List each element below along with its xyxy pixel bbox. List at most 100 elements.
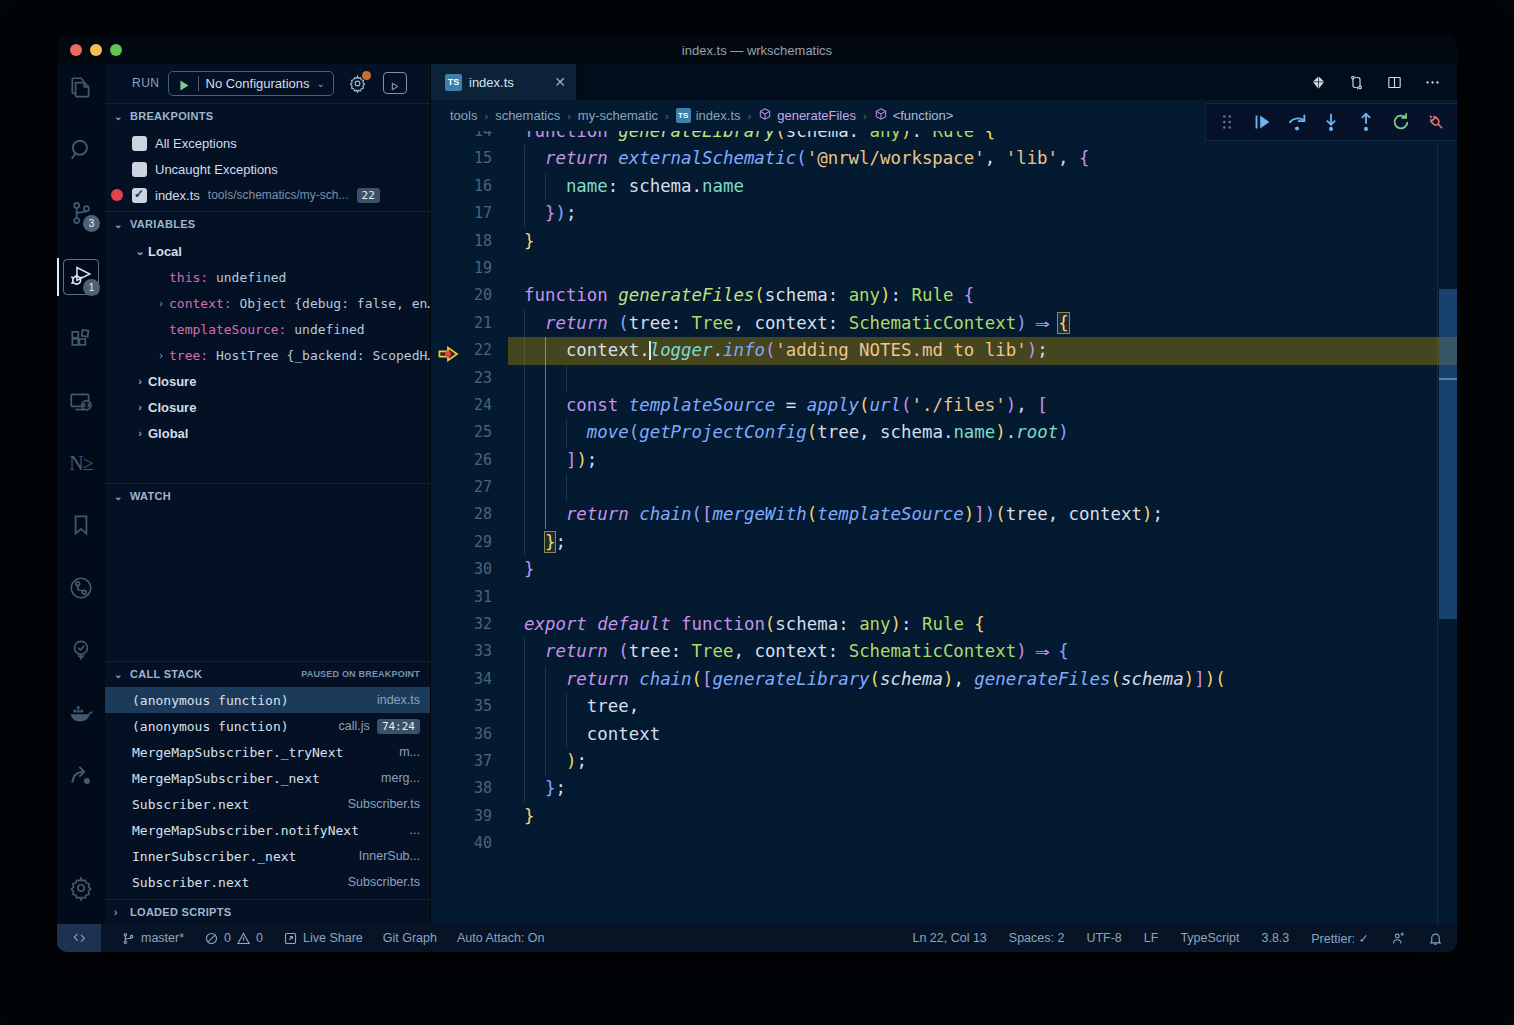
variable-row[interactable]: ›Closure <box>105 394 430 420</box>
variable-row[interactable]: templateSource: undefined <box>105 316 430 342</box>
source-control-icon[interactable]: 3 <box>57 189 105 237</box>
call-stack-frame[interactable]: Subscriber.nextSubscriber.ts <box>105 791 430 817</box>
code-line-30[interactable]: 30} <box>431 556 1457 583</box>
call-stack-frame[interactable]: (anonymous function)call.js74:24 <box>105 713 430 739</box>
code-line-32[interactable]: 32export default function(schema: any): … <box>431 611 1457 638</box>
variable-row[interactable]: ›Global <box>105 420 430 446</box>
nx-console-icon[interactable]: N≥ <box>57 439 105 487</box>
call-stack-section-header[interactable]: ⌄CALL STACKPAUSED ON BREAKPOINT <box>105 661 430 686</box>
cursor-position[interactable]: Ln 22, Col 13 <box>912 931 986 945</box>
explorer-icon[interactable] <box>57 64 105 112</box>
watch-section-header[interactable]: ⌄WATCH <box>105 483 430 508</box>
git-branch-status[interactable]: master* <box>121 931 184 946</box>
code-line-22[interactable]: 22 context.logger.info('adding NOTES.md … <box>431 337 1457 364</box>
step-over-button[interactable] <box>1286 111 1308 133</box>
call-stack-frame[interactable]: InnerSubscriber._nextInnerSub... <box>105 843 430 869</box>
more-actions-icon[interactable] <box>1424 74 1441 91</box>
minimize-window-button[interactable] <box>90 44 102 56</box>
code-line-29[interactable]: 29 }; <box>431 529 1457 556</box>
step-into-button[interactable] <box>1320 111 1342 133</box>
feedback-icon[interactable] <box>1391 931 1406 946</box>
code-line-24[interactable]: 24 const templateSource = apply(url('./f… <box>431 392 1457 419</box>
breakpoint-row[interactable]: index.tstools/schematics/my-sch...22 <box>105 182 430 208</box>
indentation[interactable]: Spaces: 2 <box>1009 931 1065 945</box>
restart-button[interactable] <box>1390 111 1412 133</box>
auto-attach-status[interactable]: Auto Attach: On <box>457 931 545 945</box>
call-stack-frame[interactable]: (anonymous function)index.ts <box>105 687 430 713</box>
drag-handle[interactable] <box>1216 111 1238 133</box>
remote-explorer-icon[interactable] <box>57 378 105 426</box>
continue-button[interactable] <box>1251 111 1273 133</box>
split-editor-icon[interactable] <box>1386 74 1403 91</box>
code-line-35[interactable]: 35 tree, <box>431 693 1457 720</box>
step-out-button[interactable] <box>1355 111 1377 133</box>
code-line-40[interactable]: 40 <box>431 830 1457 857</box>
git-graph-status[interactable]: Git Graph <box>383 931 437 945</box>
code-line-16[interactable]: 16 name: schema.name <box>431 173 1457 200</box>
extensions-icon[interactable] <box>57 316 105 364</box>
notifications-bell-icon[interactable] <box>1428 931 1443 946</box>
code-line-38[interactable]: 38 }; <box>431 775 1457 802</box>
code-line-18[interactable]: 18} <box>431 228 1457 255</box>
breadcrumb-item[interactable]: TSindex.ts <box>676 108 741 123</box>
code-line-21[interactable]: 21 return (tree: Tree, context: Schemati… <box>431 310 1457 337</box>
bookmarks-icon[interactable] <box>57 501 105 549</box>
variable-row[interactable]: ›Closure <box>105 368 430 394</box>
code-line-20[interactable]: 20function generateFiles(schema: any): R… <box>431 282 1457 309</box>
settings-gear-icon[interactable] <box>57 864 105 912</box>
ts-version[interactable]: 3.8.3 <box>1261 931 1289 945</box>
breakpoint-row[interactable]: All Exceptions <box>105 130 430 156</box>
language-mode[interactable]: TypeScript <box>1180 931 1239 945</box>
loaded-scripts-section-header[interactable]: ›LOADED SCRIPTS <box>105 899 430 924</box>
testing-icon[interactable] <box>57 626 105 674</box>
close-window-button[interactable] <box>70 44 82 56</box>
encoding[interactable]: UTF-8 <box>1086 931 1121 945</box>
code-line-15[interactable]: 15 return externalSchematic('@nrwl/works… <box>431 145 1457 172</box>
call-stack-frame[interactable]: MergeMapSubscriber._nextmerg... <box>105 765 430 791</box>
code-line-31[interactable]: 31 <box>431 584 1457 611</box>
call-stack-frame[interactable]: MergeMapSubscriber.notifyNext... <box>105 817 430 843</box>
code-line-37[interactable]: 37 ); <box>431 748 1457 775</box>
prettier-status[interactable]: Prettier: ✓ <box>1311 931 1369 946</box>
run-debug-icon[interactable]: 1 <box>57 253 105 301</box>
docker-icon[interactable] <box>57 689 105 737</box>
editor-scrollbar[interactable] <box>1437 131 1457 924</box>
close-tab-icon[interactable]: ✕ <box>554 74 566 90</box>
tab-index-ts[interactable]: TS index.ts ✕ <box>431 64 577 100</box>
code-line-26[interactable]: 26 ]); <box>431 447 1457 474</box>
call-stack-frame[interactable]: MergeMapSubscriber._tryNextm... <box>105 739 430 765</box>
breadcrumb-item[interactable]: generateFiles <box>758 107 856 124</box>
variables-section-header[interactable]: ⌄VARIABLES <box>105 211 430 236</box>
breadcrumb-item[interactable]: schematics <box>495 108 560 123</box>
variable-row[interactable]: ⌄Local <box>105 238 430 264</box>
breakpoints-section-header[interactable]: ⌄BREAKPOINTS <box>105 103 430 128</box>
code-line-34[interactable]: 34 return chain([generateLibrary(schema)… <box>431 666 1457 693</box>
breadcrumb-item[interactable]: my-schematic <box>578 108 658 123</box>
breakpoint-row[interactable]: Uncaught Exceptions <box>105 156 430 182</box>
breadcrumb-item[interactable]: tools <box>450 108 477 123</box>
code-line-27[interactable]: 27 <box>431 474 1457 501</box>
share-icon[interactable] <box>57 751 105 799</box>
disconnect-button[interactable] <box>1425 111 1447 133</box>
scrollbar-slider[interactable] <box>1439 289 1457 619</box>
open-run-view-icon[interactable] <box>383 72 407 94</box>
code-line-33[interactable]: 33 return (tree: Tree, context: Schemati… <box>431 638 1457 665</box>
code-line-36[interactable]: 36 context <box>431 721 1457 748</box>
code-line-25[interactable]: 25 move(getProjectConfig(tree, schema.na… <box>431 419 1457 446</box>
code-line-39[interactable]: 39} <box>431 803 1457 830</box>
problems-status[interactable]: 00 <box>204 931 263 946</box>
code-line-17[interactable]: 17 }); <box>431 200 1457 227</box>
gitlens-icon[interactable] <box>57 564 105 612</box>
titlebar[interactable]: index.ts — wrkschematics <box>57 36 1457 64</box>
compare-changes-icon[interactable] <box>1348 74 1365 91</box>
breadcrumb-item[interactable]: <function> <box>874 107 954 124</box>
call-stack-frame[interactable]: Subscriber.nextSubscriber.ts <box>105 869 430 895</box>
open-changes-icon[interactable] <box>1310 74 1327 91</box>
code-line-19[interactable]: 19 <box>431 255 1457 282</box>
variable-row[interactable]: ›context: Object {debug: false, en… <box>105 290 430 316</box>
run-configurations-dropdown[interactable]: No Configurations⌄ <box>168 71 334 96</box>
variable-row[interactable]: this: undefined <box>105 264 430 290</box>
code-line-28[interactable]: 28 return chain([mergeWith(templateSourc… <box>431 501 1457 528</box>
live-share-status[interactable]: Live Share <box>283 931 363 946</box>
remote-indicator[interactable] <box>57 924 101 952</box>
